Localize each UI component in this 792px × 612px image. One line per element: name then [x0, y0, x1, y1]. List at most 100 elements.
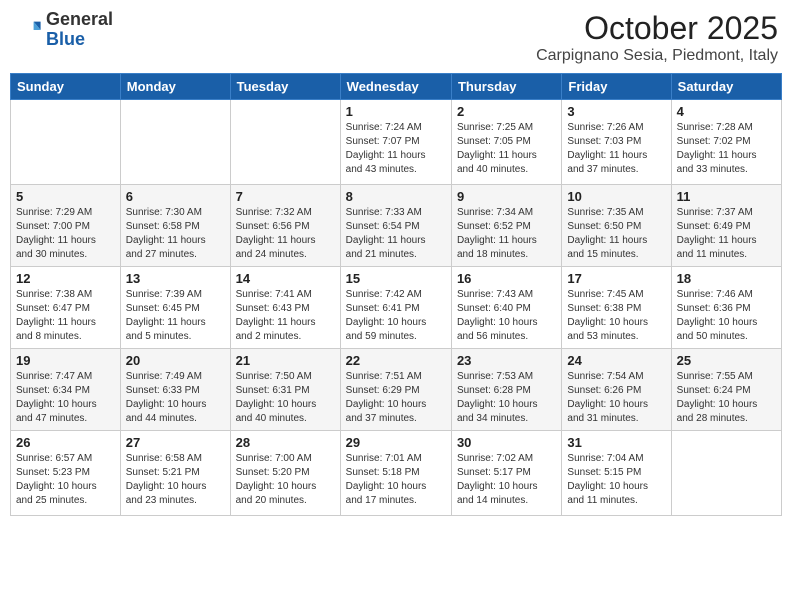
page-header: General Blue October 2025 Carpignano Ses… [10, 10, 782, 65]
day-info: Sunrise: 7:46 AM Sunset: 6:36 PM Dayligh… [677, 288, 776, 344]
weekday-header-sunday: Sunday [11, 74, 121, 100]
day-info: Sunrise: 7:34 AM Sunset: 6:52 PM Dayligh… [457, 206, 556, 262]
day-number: 2 [457, 104, 556, 119]
day-info: Sunrise: 6:58 AM Sunset: 5:21 PM Dayligh… [126, 452, 225, 508]
day-number: 4 [677, 104, 776, 119]
day-number: 28 [236, 435, 335, 450]
day-number: 26 [16, 435, 115, 450]
calendar-week-row: 1 Sunrise: 7:24 AM Sunset: 7:07 PM Daylig… [11, 100, 782, 185]
calendar-week-row: 26 Sunrise: 6:57 AM Sunset: 5:23 PM Dayli… [11, 431, 782, 516]
calendar-cell: 15 Sunrise: 7:42 AM Sunset: 6:41 PM Dayli… [340, 267, 451, 349]
day-info: Sunrise: 7:54 AM Sunset: 6:26 PM Dayligh… [567, 370, 665, 426]
logo: General Blue [14, 10, 113, 50]
day-info: Sunrise: 7:24 AM Sunset: 7:07 PM Dayligh… [346, 121, 446, 177]
calendar-cell: 4 Sunrise: 7:28 AM Sunset: 7:02 PM Daylig… [671, 100, 781, 185]
weekday-header-monday: Monday [120, 74, 230, 100]
day-info: Sunrise: 7:04 AM Sunset: 5:15 PM Dayligh… [567, 452, 665, 508]
calendar-cell [120, 100, 230, 185]
weekday-header-friday: Friday [562, 74, 671, 100]
calendar-cell: 8Sunrise: 7:33 AM Sunset: 6:54 PM Daylig… [340, 185, 451, 267]
day-info: Sunrise: 7:43 AM Sunset: 6:40 PM Dayligh… [457, 288, 556, 344]
day-info: Sunrise: 7:37 AM Sunset: 6:49 PM Dayligh… [677, 206, 776, 262]
calendar-cell: 20Sunrise: 7:49 AM Sunset: 6:33 PM Dayli… [120, 349, 230, 431]
calendar-cell [671, 431, 781, 516]
calendar-cell: 27Sunrise: 6:58 AM Sunset: 5:21 PM Dayli… [120, 431, 230, 516]
day-number: 31 [567, 435, 665, 450]
day-number: 29 [346, 435, 446, 450]
day-info: Sunrise: 7:25 AM Sunset: 7:05 PM Dayligh… [457, 121, 556, 177]
day-number: 12 [16, 271, 115, 286]
day-info: Sunrise: 7:53 AM Sunset: 6:28 PM Dayligh… [457, 370, 556, 426]
day-info: Sunrise: 7:35 AM Sunset: 6:50 PM Dayligh… [567, 206, 665, 262]
calendar-week-row: 12 Sunrise: 7:38 AM Sunset: 6:47 PM Dayli… [11, 267, 782, 349]
day-number: 19 [16, 353, 115, 368]
calendar-cell: 3Sunrise: 7:26 AM Sunset: 7:03 PM Daylig… [562, 100, 671, 185]
day-number: 15 [346, 271, 446, 286]
day-number: 5 [16, 189, 115, 204]
month-title: October 2025 [536, 10, 778, 47]
day-number: 24 [567, 353, 665, 368]
day-number: 14 [236, 271, 335, 286]
day-info: Sunrise: 7:32 AM Sunset: 6:56 PM Dayligh… [236, 206, 335, 262]
calendar-cell: 6 Sunrise: 7:30 AM Sunset: 6:58 PM Daylig… [120, 185, 230, 267]
calendar-cell: 25Sunrise: 7:55 AM Sunset: 6:24 PM Dayli… [671, 349, 781, 431]
calendar-cell: 13 Sunrise: 7:39 AM Sunset: 6:45 PM Dayli… [120, 267, 230, 349]
day-info: Sunrise: 7:01 AM Sunset: 5:18 PM Dayligh… [346, 452, 446, 508]
calendar-cell: 24 Sunrise: 7:54 AM Sunset: 6:26 PM Dayli… [562, 349, 671, 431]
calendar-cell: 14Sunrise: 7:41 AM Sunset: 6:43 PM Dayli… [230, 267, 340, 349]
calendar-week-row: 5 Sunrise: 7:29 AM Sunset: 7:00 PM Daylig… [11, 185, 782, 267]
day-info: Sunrise: 7:38 AM Sunset: 6:47 PM Dayligh… [16, 288, 115, 344]
day-info: Sunrise: 7:51 AM Sunset: 6:29 PM Dayligh… [346, 370, 446, 426]
logo-general-text: General [46, 9, 113, 29]
calendar-cell: 28Sunrise: 7:00 AM Sunset: 5:20 PM Dayli… [230, 431, 340, 516]
day-number: 6 [126, 189, 225, 204]
day-info: Sunrise: 7:47 AM Sunset: 6:34 PM Dayligh… [16, 370, 115, 426]
day-info: Sunrise: 7:39 AM Sunset: 6:45 PM Dayligh… [126, 288, 225, 344]
logo-blue-text: Blue [46, 29, 85, 49]
day-number: 16 [457, 271, 556, 286]
calendar-cell: 31 Sunrise: 7:04 AM Sunset: 5:15 PM Dayli… [562, 431, 671, 516]
day-info: Sunrise: 7:49 AM Sunset: 6:33 PM Dayligh… [126, 370, 225, 426]
day-number: 22 [346, 353, 446, 368]
day-info: Sunrise: 6:57 AM Sunset: 5:23 PM Dayligh… [16, 452, 115, 508]
calendar-cell: 17Sunrise: 7:45 AM Sunset: 6:38 PM Dayli… [562, 267, 671, 349]
day-number: 18 [677, 271, 776, 286]
weekday-header-wednesday: Wednesday [340, 74, 451, 100]
calendar-week-row: 19 Sunrise: 7:47 AM Sunset: 6:34 PM Dayli… [11, 349, 782, 431]
day-number: 1 [346, 104, 446, 119]
calendar-cell: 9Sunrise: 7:34 AM Sunset: 6:52 PM Daylig… [451, 185, 561, 267]
calendar-cell: 22 Sunrise: 7:51 AM Sunset: 6:29 PM Dayli… [340, 349, 451, 431]
day-info: Sunrise: 7:42 AM Sunset: 6:41 PM Dayligh… [346, 288, 446, 344]
location-subtitle: Carpignano Sesia, Piedmont, Italy [536, 47, 778, 65]
day-info: Sunrise: 7:28 AM Sunset: 7:02 PM Dayligh… [677, 121, 776, 177]
day-info: Sunrise: 7:50 AM Sunset: 6:31 PM Dayligh… [236, 370, 335, 426]
calendar-cell: 23 Sunrise: 7:53 AM Sunset: 6:28 PM Dayli… [451, 349, 561, 431]
calendar-cell [11, 100, 121, 185]
day-number: 17 [567, 271, 665, 286]
calendar-cell: 10Sunrise: 7:35 AM Sunset: 6:50 PM Dayli… [562, 185, 671, 267]
day-info: Sunrise: 7:26 AM Sunset: 7:03 PM Dayligh… [567, 121, 665, 177]
day-number: 13 [126, 271, 225, 286]
calendar-cell: 18 Sunrise: 7:46 AM Sunset: 6:36 PM Dayli… [671, 267, 781, 349]
day-number: 8 [346, 189, 446, 204]
weekday-header-saturday: Saturday [671, 74, 781, 100]
day-info: Sunrise: 7:30 AM Sunset: 6:58 PM Dayligh… [126, 206, 225, 262]
calendar-cell: 11 Sunrise: 7:37 AM Sunset: 6:49 PM Dayli… [671, 185, 781, 267]
day-info: Sunrise: 7:55 AM Sunset: 6:24 PM Dayligh… [677, 370, 776, 426]
calendar-cell: 2 Sunrise: 7:25 AM Sunset: 7:05 PM Daylig… [451, 100, 561, 185]
calendar-cell: 26 Sunrise: 6:57 AM Sunset: 5:23 PM Dayli… [11, 431, 121, 516]
calendar-cell: 21 Sunrise: 7:50 AM Sunset: 6:31 PM Dayli… [230, 349, 340, 431]
day-info: Sunrise: 7:02 AM Sunset: 5:17 PM Dayligh… [457, 452, 556, 508]
day-number: 23 [457, 353, 556, 368]
weekday-header-tuesday: Tuesday [230, 74, 340, 100]
calendar-header-row: SundayMondayTuesdayWednesdayThursdayFrid… [11, 74, 782, 100]
day-number: 11 [677, 189, 776, 204]
day-number: 21 [236, 353, 335, 368]
logo-icon [14, 16, 42, 44]
day-number: 30 [457, 435, 556, 450]
calendar-cell: 19 Sunrise: 7:47 AM Sunset: 6:34 PM Dayli… [11, 349, 121, 431]
day-info: Sunrise: 7:29 AM Sunset: 7:00 PM Dayligh… [16, 206, 115, 262]
calendar-cell: 29 Sunrise: 7:01 AM Sunset: 5:18 PM Dayli… [340, 431, 451, 516]
day-number: 7 [236, 189, 335, 204]
title-area: October 2025 Carpignano Sesia, Piedmont,… [536, 10, 778, 65]
